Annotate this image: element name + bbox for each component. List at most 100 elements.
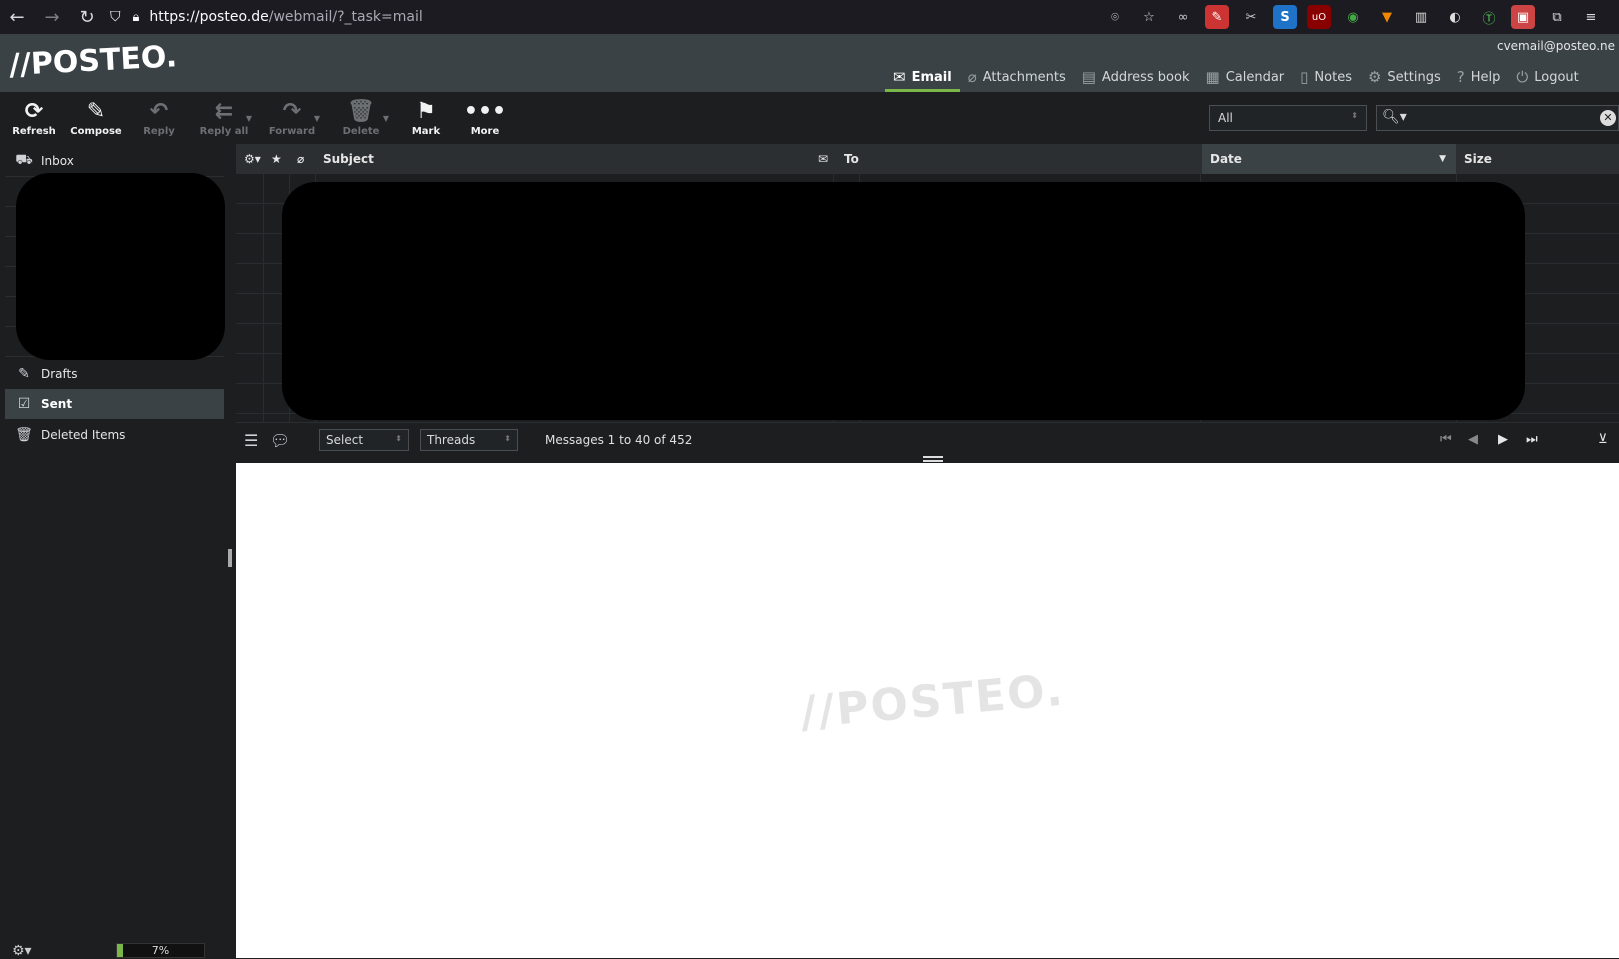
inbox-icon: ⛟: [15, 152, 33, 168]
folder-sent[interactable]: ☑ Sent: [5, 389, 224, 419]
redacted-messages: [282, 182, 1525, 420]
select-label: Select: [326, 433, 364, 447]
ublock-icon[interactable]: uO: [1307, 5, 1331, 29]
button-label: Reply all: [199, 126, 249, 137]
column-to[interactable]: To: [836, 144, 1202, 174]
menu-icon[interactable]: ≡: [1579, 5, 1603, 29]
forward-button[interactable]: ↷ Forward ▼: [262, 98, 322, 137]
collapse-preview-icon[interactable]: ⊻: [1598, 432, 1608, 447]
folder-label: Sent: [41, 397, 73, 411]
chevron-down-icon: ▼: [313, 114, 320, 123]
nav-logout[interactable]: ⏻ Logout: [1508, 62, 1586, 92]
message-count: Messages 1 to 40 of 452: [545, 433, 693, 447]
search-icon[interactable]: 🔍︎▾: [1382, 109, 1407, 125]
username: cvemail@posteo.ne: [1496, 39, 1615, 53]
nav-settings[interactable]: ⚙ Settings: [1360, 62, 1449, 92]
button-label: More: [470, 126, 500, 137]
url-host: https://posteo.de: [149, 9, 269, 25]
folder-inbox[interactable]: ⛟ Inbox: [5, 146, 224, 176]
chevron-updown-icon: ⬍: [395, 434, 402, 443]
clear-search-icon[interactable]: ✕: [1600, 110, 1616, 126]
reply-icon: ↶: [149, 99, 169, 124]
mark-button[interactable]: ⚑ Mark: [396, 98, 456, 137]
quota-label: 7%: [151, 944, 170, 957]
extension-bars-icon[interactable]: ▥: [1409, 5, 1433, 29]
nav-notes[interactable]: ▯ Notes: [1292, 62, 1360, 92]
quota-indicator: 7%: [116, 943, 205, 958]
nav-label: Calendar: [1225, 69, 1285, 85]
reload-icon[interactable]: ↻: [72, 2, 102, 32]
nav-address-book[interactable]: ▤ Address book: [1074, 62, 1198, 92]
extension-tool-icon[interactable]: ✂: [1239, 5, 1263, 29]
prev-page-icon[interactable]: ◀: [1468, 432, 1478, 447]
nav-calendar[interactable]: ▦ Calendar: [1198, 62, 1293, 92]
paperclip-icon: ⌀: [967, 68, 977, 86]
folder-settings-gear-icon[interactable]: ⚙▾: [12, 943, 32, 959]
status-column-envelope-icon[interactable]: ✉: [810, 144, 836, 174]
list-options-gear-icon[interactable]: ⚙▾: [236, 144, 266, 174]
search-input[interactable]: 🔍︎▾ ✕: [1376, 105, 1619, 131]
folder-drafts[interactable]: ✎ Drafts: [5, 359, 224, 389]
preview-resize-handle[interactable]: [923, 456, 943, 462]
next-page-icon[interactable]: ▶: [1498, 432, 1508, 447]
column-divider: [263, 174, 264, 422]
forward-arrow-icon[interactable]: →: [37, 2, 67, 32]
fingerprint-icon[interactable]: ⌾: [1103, 5, 1127, 29]
delete-button[interactable]: 🗑︎ Delete ▼: [331, 98, 391, 137]
shield-icon[interactable]: ⛉: [110, 9, 121, 25]
extensions-area: ⌾ ☆ ∞ ✎ ✂ S uO ◉ ▼ ▥ ◐ Ⓣ ▣ ⧉ ≡: [1103, 0, 1603, 34]
folder-label: Deleted Items: [41, 428, 126, 442]
nav-email[interactable]: ✉ Email: [885, 62, 960, 92]
column-date[interactable]: Date ▼: [1202, 144, 1456, 174]
nav-help[interactable]: ? Help: [1449, 62, 1509, 92]
book-icon: ▤: [1081, 68, 1096, 86]
compose-icon: ✎: [86, 99, 106, 124]
list-footer: ☰ 💬︎ Select ⬍ Threads ⬍ Messages 1 to 40 o…: [236, 422, 1619, 458]
pencil-icon: ✎: [18, 366, 30, 382]
posteo-watermark: //POSTEO.: [798, 664, 1067, 739]
extension-green-icon[interactable]: ◉: [1341, 5, 1365, 29]
column-size[interactable]: Size: [1456, 144, 1619, 174]
column-date-label: Date: [1210, 152, 1242, 166]
reply-all-button[interactable]: ⇇ Reply all ▼: [194, 98, 254, 137]
column-subject[interactable]: Subject: [315, 144, 810, 174]
message-list: ⚙▾ ★ ⌀ Subject ✉ To Date ▼ Size: [236, 144, 1619, 422]
flag-column-star-icon[interactable]: ★: [263, 144, 289, 174]
extension-t-icon[interactable]: Ⓣ: [1477, 5, 1501, 29]
folder-deleted-items[interactable]: 🗑︎ Deleted Items: [5, 420, 224, 450]
extensions-puzzle-icon[interactable]: ⧉: [1545, 5, 1569, 29]
nav-label: Address book: [1101, 69, 1190, 85]
url-bar[interactable]: ⛉ 🔒︎ https://posteo.de/webmail/?_task=ma…: [110, 3, 1060, 31]
check-icon: ☑: [17, 396, 31, 412]
threads-dropdown[interactable]: Threads ⬍: [420, 429, 518, 451]
last-page-icon[interactable]: ⏭: [1526, 432, 1538, 447]
flag-icon: ⚑: [416, 99, 436, 124]
extension-orange-icon[interactable]: ▼: [1375, 5, 1399, 29]
extension-circle-icon[interactable]: ◐: [1443, 5, 1467, 29]
posteo-logo[interactable]: //POSTEO.: [8, 39, 178, 83]
extension-s-icon[interactable]: S: [1273, 5, 1297, 29]
threads-view-chat-icon[interactable]: 💬︎: [270, 431, 290, 450]
more-button[interactable]: ••• More: [455, 98, 515, 137]
attachment-column-paperclip-icon[interactable]: ⌀: [289, 144, 315, 174]
select-dropdown[interactable]: Select ⬍: [319, 429, 409, 451]
help-icon: ?: [1456, 68, 1465, 86]
button-label: Forward: [268, 126, 316, 137]
compose-button[interactable]: ✎ Compose: [66, 98, 126, 137]
nav-attachments[interactable]: ⌀ Attachments: [960, 62, 1074, 92]
lock-icon[interactable]: 🔒︎: [133, 10, 140, 25]
refresh-button[interactable]: ⟳ Refresh: [4, 98, 64, 137]
first-page-icon[interactable]: ⏮: [1440, 432, 1452, 447]
preview-pane: //POSTEO.: [236, 463, 1619, 958]
back-arrow-icon[interactable]: ←: [2, 2, 32, 32]
extension-glasses-icon[interactable]: ∞: [1171, 5, 1195, 29]
sidebar-resize-handle[interactable]: [228, 549, 232, 567]
bookmark-star-icon[interactable]: ☆: [1137, 5, 1161, 29]
extension-red-pen-icon[interactable]: ✎: [1205, 5, 1229, 29]
list-view-icon[interactable]: ☰: [244, 431, 258, 450]
chevron-updown-icon: ⬍: [504, 434, 511, 443]
quota-fill: [117, 944, 124, 957]
filter-select[interactable]: All ⬍: [1209, 105, 1367, 131]
reply-button[interactable]: ↶ Reply: [129, 98, 189, 137]
extension-red-badge-icon[interactable]: ▣: [1511, 5, 1535, 29]
